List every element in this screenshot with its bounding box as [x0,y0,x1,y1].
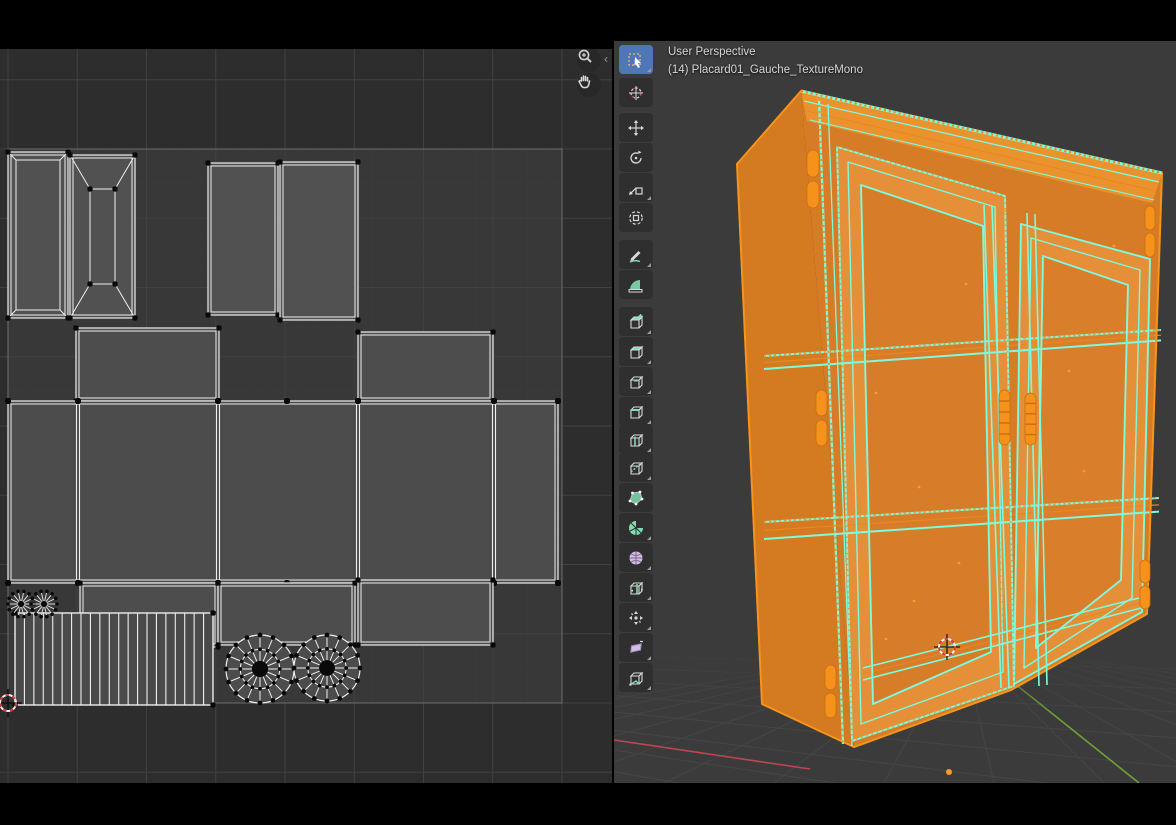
tool-shear-button[interactable] [619,633,653,662]
move-icon [627,119,645,137]
rotate-icon [627,149,645,167]
tool-inset-faces-button[interactable] [619,367,653,396]
tool-rotate-button[interactable] [619,143,653,172]
tool-cursor-3d-button[interactable] [619,78,653,107]
tool-shrink-fatten-button[interactable] [619,603,653,632]
spin-icon [627,519,645,537]
tool-transform-button[interactable] [619,203,653,232]
measure-icon [627,276,645,294]
tool-poly-build-button[interactable] [619,483,653,512]
select-box-icon [627,51,645,69]
tool-scale-button[interactable] [619,173,653,202]
tool-add-cube-button[interactable] [619,307,653,336]
rip-region-icon [627,669,645,687]
tool-select-box-button[interactable] [619,45,653,74]
tool-extrude-region-button[interactable] [619,337,653,366]
tool-spin-button[interactable] [619,513,653,542]
viewport-canvas [614,41,1176,783]
inset-faces-icon [627,373,645,391]
tool-rip-region-button[interactable] [619,663,653,692]
tool-loop-cut-button[interactable] [619,425,653,454]
tool-bevel-button[interactable] [619,397,653,426]
transform-icon [627,209,645,227]
tool-knife-button[interactable] [619,453,653,482]
tool-move-button[interactable] [619,113,653,142]
smooth-icon [627,549,645,567]
edge-slide-icon [627,579,645,597]
poly-build-icon [627,489,645,507]
collapse-chevron-icon[interactable]: ‹ [604,53,608,65]
shrink-fatten-icon [627,609,645,627]
tool-smooth-button[interactable] [619,543,653,572]
tool-annotate-button[interactable] [619,240,653,269]
tool-edge-slide-button[interactable] [619,573,653,602]
uv-canvas [0,49,612,783]
edit-mode-toolbar [619,41,655,783]
pan-hand-icon[interactable] [577,73,601,97]
scale-icon [627,179,645,197]
annotate-icon [627,246,645,264]
bevel-icon [627,403,645,421]
loop-cut-icon [627,431,645,449]
extrude-region-icon [627,343,645,361]
uv-editor-panel[interactable]: ‹ [0,49,612,783]
tool-measure-button[interactable] [619,270,653,299]
shear-icon [627,639,645,657]
zoom-in-icon[interactable] [577,49,601,72]
viewport-3d-panel[interactable]: User Perspective (14) Placard01_Gauche_T… [614,41,1176,783]
knife-icon [627,459,645,477]
cursor-3d-icon [627,84,645,102]
add-cube-icon [627,313,645,331]
